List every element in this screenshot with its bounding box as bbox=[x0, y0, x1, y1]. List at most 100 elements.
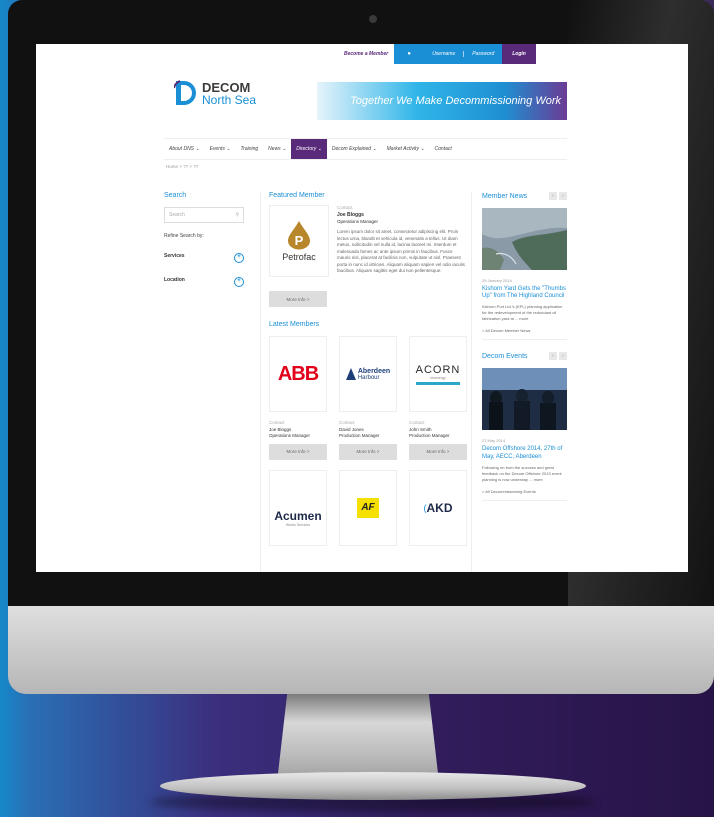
logo-text: AF bbox=[357, 497, 379, 518]
filter-location[interactable]: Location + bbox=[164, 277, 244, 287]
search-placeholder: Search bbox=[169, 212, 185, 218]
featured-member: P Petrofac More Info > Contact Joe Blogg… bbox=[269, 205, 471, 307]
more-info-button[interactable]: More Info > bbox=[339, 443, 397, 460]
latest-members-title: Latest Members bbox=[269, 321, 320, 328]
user-icon: ● bbox=[407, 51, 411, 57]
acorn-logo[interactable]: ACORN bioenergy bbox=[409, 336, 467, 412]
filter-services[interactable]: Services + bbox=[164, 253, 244, 263]
banner-tagline: Together We Make Decommissioning Work bbox=[350, 95, 561, 107]
petrofac-logo[interactable]: P Petrofac bbox=[269, 205, 329, 277]
right-sidebar: Member News ‹ › 29 January 2014 Kishorn … bbox=[482, 192, 567, 501]
latest-members-grid: ABB Contact Joe Bloggs Operations Manage… bbox=[269, 336, 471, 460]
logo-text: AKD bbox=[426, 500, 453, 515]
next-arrow-icon[interactable]: › bbox=[559, 352, 567, 361]
login-fields: ● Username Password bbox=[394, 44, 503, 64]
prev-arrow-icon[interactable]: ‹ bbox=[549, 192, 557, 200]
more-info-button[interactable]: More Info > bbox=[269, 443, 327, 460]
akd-logo[interactable]: ( AKD bbox=[409, 469, 467, 546]
filter-label: Location bbox=[164, 277, 185, 283]
breadcrumb[interactable]: Home > ?? > ?? bbox=[166, 164, 198, 169]
featured-description: Lorem ipsum dolor sit amet, consectetur … bbox=[337, 229, 465, 274]
member-card: AF bbox=[339, 469, 397, 546]
monitor-screen: Become a Member ● Username Password Logi… bbox=[36, 44, 688, 572]
event-summary: Following on from the success and great … bbox=[482, 464, 562, 482]
next-arrow-icon[interactable]: › bbox=[559, 192, 567, 200]
af-logo[interactable]: AF bbox=[339, 469, 397, 546]
abb-logo[interactable]: ABB bbox=[269, 336, 327, 412]
event-date: 27 May 2014 bbox=[482, 438, 506, 444]
featured-company: Petrofac bbox=[282, 252, 316, 262]
become-member-link[interactable]: Become a Member bbox=[344, 51, 388, 57]
featured-member-title: Featured Member bbox=[269, 192, 325, 199]
nav-item-contact[interactable]: Contact bbox=[430, 139, 457, 159]
logo-d-icon bbox=[173, 78, 198, 108]
news-summary: Kishorn Port Ltd.'s (KPL) planning appli… bbox=[482, 304, 563, 322]
site-logo[interactable]: DECOM North Sea bbox=[173, 78, 257, 108]
latest-members-grid-row2: Acumen Works Services AF ( AKD bbox=[269, 469, 471, 546]
news-headline[interactable]: Kishorn Yard Gets the "Thumbs Up" from T… bbox=[482, 286, 567, 300]
logo-title: DECOM bbox=[202, 79, 251, 95]
monitor-stand-base bbox=[160, 772, 586, 800]
password-field[interactable]: Password bbox=[463, 51, 502, 57]
website: Become a Member ● Username Password Logi… bbox=[164, 44, 567, 572]
contact-role: Production Manager bbox=[409, 433, 450, 439]
nav-item-about[interactable]: About DNS ⌄ bbox=[164, 139, 205, 159]
search-icon[interactable]: ⚲ bbox=[235, 212, 239, 218]
logo-text: Acumen bbox=[274, 508, 322, 523]
monitor-stand-neck bbox=[277, 690, 439, 782]
logo-subtext: Works Services bbox=[285, 522, 311, 527]
prev-arrow-icon[interactable]: ‹ bbox=[549, 352, 557, 361]
nav-item-events[interactable]: Events ⌄ bbox=[205, 139, 236, 159]
member-news-title: Member News bbox=[482, 192, 528, 200]
search-input[interactable]: Search ⚲ bbox=[164, 207, 244, 223]
refine-label: Refine Search by: bbox=[164, 233, 204, 239]
more-info-button[interactable]: More Info > bbox=[269, 291, 327, 307]
member-card: ( AKD bbox=[409, 469, 467, 546]
logo-subtext: bioenergy bbox=[430, 375, 446, 380]
logo-text: ACORN bbox=[415, 363, 461, 376]
nav-item-decom-explained[interactable]: Decom Explained ⌄ bbox=[327, 139, 382, 159]
svg-text:P: P bbox=[295, 233, 304, 248]
anchor-icon bbox=[345, 368, 356, 380]
member-card: Aberdeen Harbour Contact David Jones Pro… bbox=[339, 336, 397, 460]
more-info-button[interactable]: More Info > bbox=[409, 443, 467, 460]
login-bar: Become a Member ● Username Password Logi… bbox=[344, 44, 567, 64]
news-photo[interactable] bbox=[482, 208, 567, 270]
logo-subtitle: North Sea bbox=[202, 92, 257, 107]
member-card: Acumen Works Services bbox=[269, 469, 327, 546]
news-date: 29 January 2014 bbox=[482, 278, 512, 283]
camera-icon bbox=[369, 15, 377, 23]
filter-label: Services bbox=[164, 253, 185, 259]
main-content: Featured Member P Petrofac More Info > C… bbox=[260, 192, 472, 572]
contact-role: Operations Manager bbox=[337, 218, 379, 224]
event-headline[interactable]: Decom Offshore 2014, 27th of May, AECC, … bbox=[482, 446, 567, 460]
login-button[interactable]: Login bbox=[502, 44, 536, 64]
member-card: ACORN bioenergy Contact John Smith Produ… bbox=[409, 336, 467, 460]
contact-name: Joe Bloggs bbox=[337, 211, 364, 218]
main-nav: About DNS ⌄ Events ⌄ Training News ⌄ Dir… bbox=[164, 138, 567, 160]
logo-subtext: Harbour bbox=[357, 374, 380, 381]
all-events-link[interactable]: > All Decommissioning Events bbox=[482, 489, 567, 501]
petrofac-drop-icon: P bbox=[288, 221, 310, 250]
acumen-logo[interactable]: Acumen Works Services bbox=[269, 469, 327, 546]
nav-item-market-activity[interactable]: Market Activity ⌄ bbox=[382, 139, 430, 159]
expand-plus-icon[interactable]: + bbox=[234, 253, 244, 263]
decom-events-title: Decom Events bbox=[482, 352, 528, 360]
monitor-chin bbox=[8, 604, 714, 694]
header-banner: Together We Make Decommissioning Work bbox=[317, 82, 567, 120]
all-news-link[interactable]: > All Decom Member News bbox=[482, 328, 567, 341]
aberdeen-harbour-logo[interactable]: Aberdeen Harbour bbox=[339, 336, 397, 412]
expand-plus-icon[interactable]: + bbox=[234, 277, 244, 287]
nav-item-training[interactable]: Training bbox=[235, 139, 263, 159]
nav-item-news[interactable]: News ⌄ bbox=[263, 139, 291, 159]
contact-role: Production Manager bbox=[339, 433, 380, 439]
username-field[interactable]: Username bbox=[424, 51, 463, 57]
logo-text: ABB bbox=[277, 362, 319, 385]
logo-text: Aberdeen bbox=[357, 367, 391, 375]
member-card: ABB Contact Joe Bloggs Operations Manage… bbox=[269, 336, 327, 460]
event-photo[interactable] bbox=[482, 368, 567, 431]
contact-role: Operations Manager bbox=[269, 433, 311, 439]
search-title: Search bbox=[164, 192, 187, 199]
nav-item-directory[interactable]: Directory ⌄ bbox=[291, 139, 327, 159]
search-sidebar: Search Search ⚲ Refine Search by: Servic… bbox=[164, 192, 252, 287]
